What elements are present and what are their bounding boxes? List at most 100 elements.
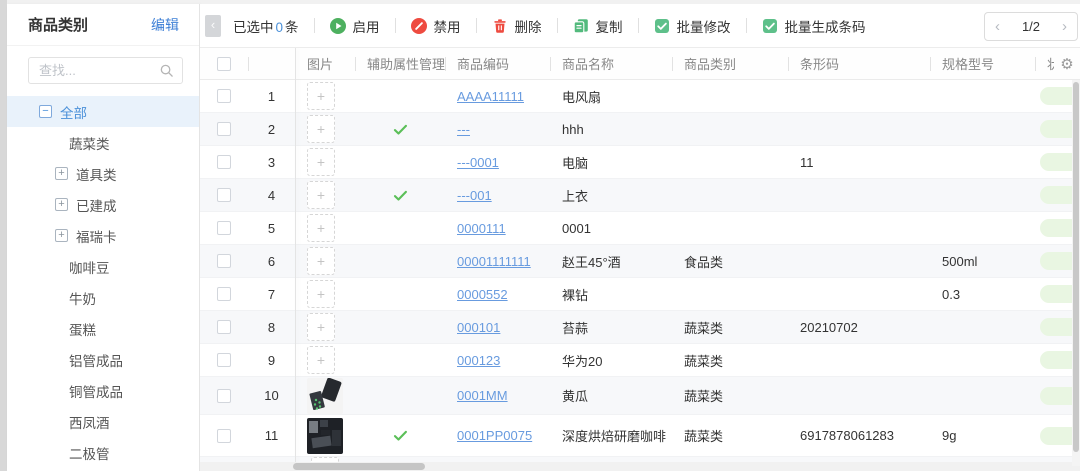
add-image-placeholder[interactable]: + [307, 82, 335, 110]
row-checkbox[interactable] [217, 388, 231, 403]
product-category-cell [672, 278, 788, 310]
main-panel: ‹ 已选中 0 条 启用 禁用 删除 复制 批量修改 批量生成条码 ‹ 1/2 › 图片 辅助属… [200, 4, 1080, 471]
row-checkbox[interactable] [217, 287, 231, 301]
copy-button[interactable]: 复制 [573, 16, 623, 36]
row-number: 8 [267, 319, 276, 335]
category-sidebar: 商品类别 编辑 −全部蔬菜类 + 道具类 + 已建成 + 福瑞卡咖啡豆牛奶蛋糕铝管成品铜管成… [7, 4, 200, 471]
product-code-link[interactable]: 00001111111 [457, 254, 531, 269]
spec-cell [930, 212, 1035, 244]
product-code-link[interactable]: ---001 [457, 188, 492, 203]
vertical-scrollbar-thumb[interactable] [1073, 82, 1079, 452]
column-header-6: 规格型号 [930, 48, 1035, 79]
window-edge [0, 0, 7, 471]
spec-cell [930, 179, 1035, 211]
sidebar-item-4[interactable]: + 福瑞卡 [7, 220, 199, 251]
next-page-button[interactable]: › [1062, 19, 1067, 34]
table-header: 图片辅助属性管理商品编码商品名称商品类别条形码规格型号状态⚙ [200, 48, 1080, 80]
table-row: 6 +00001111111 赵王45°酒 食品类 500ml [200, 245, 1080, 278]
barcode-cell [788, 113, 930, 145]
column-header-label: 商品编码 [457, 57, 510, 72]
row-checkbox[interactable] [217, 353, 231, 367]
category-search-box[interactable] [28, 57, 183, 84]
row-checkbox[interactable] [217, 320, 231, 334]
row-checkbox[interactable] [217, 122, 231, 136]
batch-edit-button[interactable]: 批量修改 [654, 16, 731, 36]
table-row: 3 + ---0001 电脑 11 [200, 146, 1080, 179]
sidebar-item-1[interactable]: 蔬菜类 [7, 127, 199, 158]
spec-cell [930, 80, 1035, 112]
sidebar-item-8[interactable]: 铝管成品 [7, 344, 199, 375]
tree-item-label: 铜管成品 [69, 384, 123, 400]
sidebar-item-6[interactable]: 牛奶 [7, 282, 199, 313]
product-code-link[interactable]: ---0001 [457, 155, 499, 170]
collapse-sidebar-button[interactable]: ‹ [205, 14, 221, 37]
row-checkbox[interactable] [217, 89, 231, 103]
delete-button[interactable]: 删除 [492, 16, 542, 36]
row-checkbox[interactable] [217, 428, 231, 443]
sidebar-item-11[interactable]: 二极管 [7, 437, 199, 468]
sidebar-item-0[interactable]: − 全部 [7, 96, 199, 127]
add-image-placeholder[interactable]: + [307, 115, 335, 143]
add-image-placeholder[interactable]: + [307, 313, 335, 341]
product-thumbnail[interactable] [307, 417, 343, 454]
row-number: 4 [267, 187, 276, 203]
prev-page-button[interactable]: ‹ [995, 19, 1000, 34]
batch-barcode-button[interactable]: 批量生成条码 [762, 16, 866, 36]
toolbar-divider [637, 18, 639, 33]
add-image-placeholder[interactable]: + [307, 346, 335, 374]
toolbar-divider [394, 18, 396, 33]
row-number: 5 [267, 220, 276, 236]
edit-categories-link[interactable]: 编辑 [151, 15, 179, 35]
add-image-placeholder[interactable]: + [307, 280, 335, 308]
add-image-placeholder[interactable]: + [307, 148, 335, 176]
delete-icon [492, 18, 508, 34]
tree-item-label: 已建成 [76, 198, 117, 214]
sidebar-item-3[interactable]: + 已建成 [7, 189, 199, 220]
barcode-cell: 20210702 [800, 319, 858, 335]
product-code-link[interactable]: 0000111 [457, 221, 506, 236]
toolbar: ‹ 已选中 0 条 启用 禁用 删除 复制 批量修改 批量生成条码 ‹ 1/2 › [200, 4, 1080, 48]
aux-attribute-check-icon [392, 121, 409, 138]
row-number: 7 [267, 286, 276, 302]
product-code-link[interactable]: --- [457, 122, 470, 137]
product-list-page: 商品类别 编辑 −全部蔬菜类 + 道具类 + 已建成 + 福瑞卡咖啡豆牛奶蛋糕铝管成品铜管成… [0, 0, 1080, 471]
collapse-node-icon[interactable]: − [39, 105, 52, 118]
vertical-scrollbar[interactable] [1072, 80, 1080, 466]
product-thumbnail[interactable] [307, 377, 343, 414]
sidebar-item-5[interactable]: 咖啡豆 [7, 251, 199, 282]
barcode-cell: 6917878061283 [800, 428, 894, 443]
product-code-link[interactable]: AAAA11111 [457, 89, 524, 104]
product-code-link[interactable]: 000101 [457, 320, 500, 335]
enable-button[interactable]: 启用 [329, 16, 380, 36]
row-checkbox[interactable] [217, 155, 231, 169]
disable-button[interactable]: 禁用 [410, 16, 461, 36]
spec-cell [930, 377, 1035, 414]
expand-node-icon[interactable]: + [55, 167, 68, 180]
horizontal-scrollbar-thumb[interactable] [293, 463, 425, 470]
sidebar-item-9[interactable]: 铜管成品 [7, 375, 199, 406]
product-code-link[interactable]: 0001MM [457, 388, 508, 403]
product-code-link[interactable]: 0001PP0075 [457, 428, 532, 443]
expand-node-icon[interactable]: + [55, 198, 68, 211]
select-all-checkbox[interactable] [217, 56, 231, 71]
add-image-placeholder[interactable]: + [307, 247, 335, 275]
category-search-input[interactable] [39, 63, 159, 78]
product-name-cell: 黄瓜 [562, 389, 589, 404]
row-checkbox[interactable] [217, 221, 231, 235]
add-image-placeholder[interactable]: + [307, 181, 335, 209]
column-settings-button[interactable]: ⚙ [1054, 48, 1080, 79]
add-image-placeholder[interactable]: + [307, 214, 335, 242]
row-checkbox[interactable] [217, 188, 231, 202]
product-code-link[interactable]: 000123 [457, 353, 500, 368]
product-name-cell: 上衣 [562, 188, 589, 204]
sidebar-item-10[interactable]: 西凤酒 [7, 406, 199, 437]
column-header-2: 商品编码 [445, 48, 550, 79]
product-code-link[interactable]: 0000552 [457, 287, 508, 302]
row-checkbox[interactable] [217, 254, 231, 268]
toolbar-button-label: 禁用 [433, 19, 461, 35]
horizontal-scrollbar[interactable] [200, 462, 1080, 471]
product-name-cell: 苔蒜 [562, 320, 589, 336]
sidebar-item-7[interactable]: 蛋糕 [7, 313, 199, 344]
expand-node-icon[interactable]: + [55, 229, 68, 242]
sidebar-item-2[interactable]: + 道具类 [7, 158, 199, 189]
